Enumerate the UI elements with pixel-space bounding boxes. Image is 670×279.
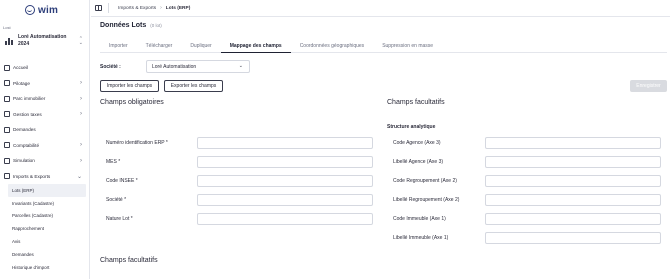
tab-bar: Importer Télécharger Dupliquer Mappage d… bbox=[100, 39, 667, 53]
company-select-value: Loré Automatisation bbox=[152, 63, 197, 70]
sidebar-item-label: Comptabilité bbox=[13, 142, 40, 148]
sidebar-nav: Accueil Pilotage › Parc immobilier › Ges… bbox=[0, 60, 90, 274]
field-label: Libellé Immeuble (Axe 1) bbox=[393, 235, 449, 241]
main-content: Données Lots (0 lot) Importer Télécharge… bbox=[91, 17, 670, 279]
field-input-numero-erp[interactable] bbox=[197, 137, 373, 149]
logo-icon bbox=[25, 5, 35, 15]
field-input-mes[interactable] bbox=[197, 156, 373, 168]
sidebar-item-simulation[interactable]: Simulation › bbox=[0, 153, 90, 169]
tab-coordonnees-geographiques[interactable]: Coordonnées géographiques bbox=[291, 39, 374, 53]
chevron-down-icon: ⌄ bbox=[76, 173, 82, 180]
chevron-right-icon: › bbox=[80, 157, 82, 164]
sidebar-subitem-invariants[interactable]: Invariants (Cadastre) bbox=[0, 197, 90, 210]
tab-telecharger[interactable]: Télécharger bbox=[137, 39, 182, 53]
top-bar: Imports & Exports › Lots (ERP) bbox=[91, 0, 670, 17]
chevron-right-icon: › bbox=[160, 5, 162, 11]
sidebar-toggle-icon[interactable] bbox=[95, 5, 102, 11]
field-label: MES * bbox=[106, 159, 121, 165]
field-input-libelle-agence[interactable] bbox=[485, 156, 661, 168]
sidebar-item-label: Parc immobilier bbox=[13, 96, 46, 102]
sidebar-item-comptabilite[interactable]: Comptabilité › bbox=[0, 138, 90, 154]
sidebar-item-label: Demandes bbox=[13, 127, 36, 133]
lot-count: (0 lot) bbox=[150, 23, 162, 28]
field-input-code-insee[interactable] bbox=[197, 175, 373, 187]
field-label: Libellé Regroupement (Axe 2) bbox=[393, 197, 460, 203]
sidebar-item-parc-immobilier[interactable]: Parc immobilier › bbox=[0, 91, 90, 107]
field-label: Libellé Agence (Axe 3) bbox=[393, 159, 444, 165]
chevron-right-icon: › bbox=[80, 142, 82, 149]
field-input-code-agence[interactable] bbox=[485, 137, 661, 149]
sidebar-subitem-lots-erp[interactable]: Lots (ERP) bbox=[8, 184, 86, 197]
chart-icon bbox=[4, 80, 10, 87]
sidebar-item-demandes[interactable]: Demandes bbox=[0, 122, 90, 138]
field-input-nature-lot[interactable] bbox=[197, 213, 373, 225]
sidebar-item-label: Accueil bbox=[13, 65, 29, 71]
tab-dupliquer[interactable]: Dupliquer bbox=[181, 39, 220, 53]
field-label: Code INSEE * bbox=[106, 178, 138, 184]
page-title: Données Lots bbox=[100, 22, 147, 29]
breadcrumb: Imports & Exports › Lots (ERP) bbox=[118, 5, 190, 11]
simulation-icon bbox=[4, 157, 10, 164]
app-logo[interactable]: wim bbox=[25, 4, 65, 16]
inbox-icon bbox=[4, 126, 10, 133]
org-label: Lost bbox=[3, 25, 11, 30]
org-name: Loré Automatisation bbox=[18, 34, 67, 40]
optional-fields-title-bottom: Champs facultatifs bbox=[100, 257, 158, 264]
save-button[interactable]: Enregistrer bbox=[630, 80, 667, 92]
import-fields-button[interactable]: Importer les champs bbox=[100, 80, 159, 92]
field-label: Nature Lot * bbox=[106, 216, 133, 222]
accounting-icon bbox=[4, 142, 10, 149]
sidebar-item-gestion-taxes[interactable]: Gestion taxes › bbox=[0, 107, 90, 123]
sidebar-subitem-historique[interactable]: Historique d'import bbox=[0, 261, 90, 274]
field-input-societe[interactable] bbox=[197, 194, 373, 206]
divider bbox=[108, 3, 109, 13]
sidebar-subitem-parcelles[interactable]: Parcelles (Cadastre) bbox=[0, 210, 90, 223]
export-fields-button[interactable]: Exporter les champs bbox=[164, 80, 223, 92]
tax-icon bbox=[4, 111, 10, 118]
building-icon bbox=[5, 37, 13, 45]
analytic-structure-title: Structure analytique bbox=[387, 124, 436, 130]
sidebar-item-label: Gestion taxes bbox=[13, 111, 42, 117]
optional-fields-title: Champs facultatifs bbox=[387, 99, 445, 106]
logo-text: wim bbox=[38, 4, 59, 16]
sidebar-item-accueil[interactable]: Accueil bbox=[0, 60, 90, 76]
org-switcher[interactable]: Loré Automatisation 2024 ⌃ ⌄ bbox=[3, 31, 86, 51]
field-label: Numéro identification ERP * bbox=[106, 140, 168, 146]
company-label: Société : bbox=[100, 64, 121, 70]
breadcrumb-current: Lots (ERP) bbox=[165, 5, 191, 11]
sidebar-item-label: Simulation bbox=[13, 158, 35, 164]
import-export-icon bbox=[4, 173, 10, 180]
field-input-libelle-immeuble[interactable] bbox=[485, 232, 661, 244]
chevron-up-down-icon: ⌃ ⌄ bbox=[78, 36, 83, 46]
page-header: Données Lots (0 lot) bbox=[100, 22, 162, 29]
field-label: Code Agence (Axe 3) bbox=[393, 140, 441, 146]
sidebar-subitem-rapprochement[interactable]: Rapprochement bbox=[0, 222, 90, 235]
sidebar-subitem-demandes[interactable]: Demandes bbox=[0, 248, 90, 261]
chevron-right-icon: › bbox=[80, 80, 82, 87]
breadcrumb-parent[interactable]: Imports & Exports bbox=[118, 6, 156, 11]
field-label: Société * bbox=[106, 197, 127, 203]
tab-mappage-des-champs[interactable]: Mappage des champs bbox=[220, 39, 291, 53]
tab-suppression-en-masse[interactable]: Suppression en masse bbox=[373, 39, 442, 53]
sidebar: wim Lost Loré Automatisation 2024 ⌃ ⌄ Acc… bbox=[0, 0, 90, 279]
sidebar-item-label: Imports & Exports bbox=[13, 173, 51, 179]
home-icon bbox=[4, 64, 10, 71]
company-select[interactable]: Loré Automatisation ⌄ bbox=[146, 60, 250, 73]
field-label: Code Immeuble (Axe 1) bbox=[393, 216, 446, 222]
field-input-code-regroupement[interactable] bbox=[485, 175, 661, 187]
sidebar-item-imports-exports[interactable]: Imports & Exports ⌄ bbox=[0, 169, 90, 185]
required-fields-title: Champs obligatoires bbox=[100, 99, 164, 106]
chevron-right-icon: › bbox=[80, 95, 82, 102]
chevron-right-icon: › bbox=[80, 111, 82, 118]
field-input-libelle-regroupement[interactable] bbox=[485, 194, 661, 206]
sidebar-subitem-avis[interactable]: Avis bbox=[0, 235, 90, 248]
field-input-code-immeuble[interactable] bbox=[485, 213, 661, 225]
sidebar-item-label: Pilotage bbox=[13, 80, 30, 86]
org-year: 2024 bbox=[18, 41, 30, 47]
sidebar-item-pilotage[interactable]: Pilotage › bbox=[0, 76, 90, 92]
building-icon bbox=[4, 95, 10, 102]
chevron-down-icon: ⌄ bbox=[238, 63, 243, 69]
field-label: Code Regroupement (Axe 2) bbox=[393, 178, 457, 184]
tab-importer[interactable]: Importer bbox=[100, 39, 137, 53]
